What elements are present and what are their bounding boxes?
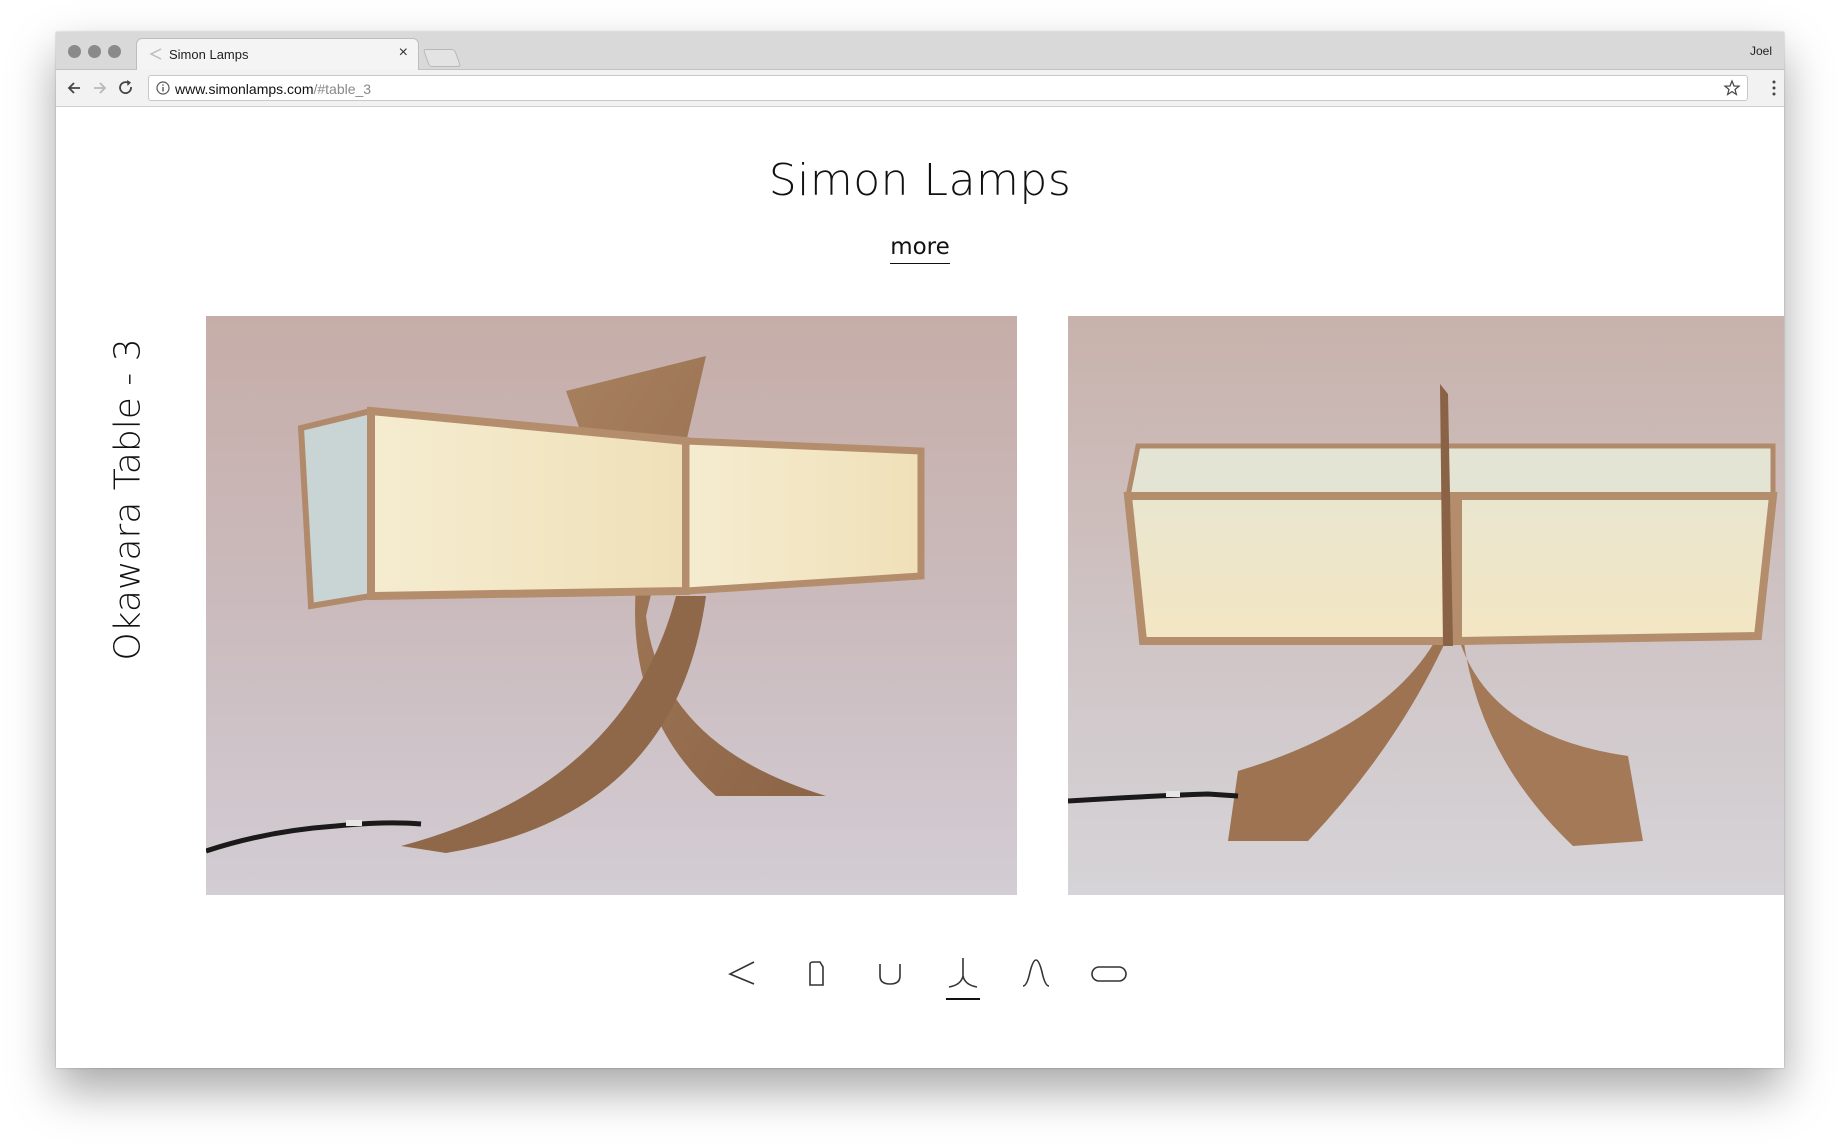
lamp-label: Okawara Table - 3 <box>107 338 149 661</box>
more-link[interactable]: more <box>890 234 950 264</box>
tab-title: Simon Lamps <box>169 47 249 62</box>
more-link-wrapper: more <box>56 234 1784 264</box>
back-arrow-icon[interactable] <box>64 78 84 98</box>
address-bar[interactable]: www.simonlamps.com/#table_3 <box>148 75 1748 101</box>
new-tab-button[interactable] <box>422 49 462 67</box>
tab-simon-lamps[interactable]: Simon Lamps × <box>136 38 419 70</box>
shape-pill-icon[interactable] <box>1088 952 1130 996</box>
more-menu-icon[interactable] <box>1772 80 1776 96</box>
url-text[interactable]: www.simonlamps.com/#table_3 <box>175 81 371 97</box>
forward-arrow-icon[interactable] <box>90 78 110 98</box>
reload-icon[interactable] <box>116 78 136 98</box>
url-path: /#table_3 <box>313 81 372 97</box>
lamp-photo-2[interactable] <box>1068 316 1784 895</box>
info-icon[interactable] <box>156 81 170 95</box>
minimize-window-button[interactable] <box>88 45 101 58</box>
site-title: Simon Lamps <box>768 155 1072 206</box>
browser-window: Simon Lamps × Joel www.simonlamps.com/#t… <box>56 32 1784 1068</box>
favicon-icon <box>149 48 162 60</box>
lamp-photo-1[interactable] <box>206 316 1017 895</box>
lamp-shape-nav <box>56 952 1784 1008</box>
title-bar: Simon Lamps × Joel <box>56 32 1784 70</box>
close-window-button[interactable] <box>68 45 81 58</box>
bookmark-star-icon[interactable] <box>1723 79 1741 97</box>
shape-cup-icon[interactable] <box>869 952 911 996</box>
shape-tall-box-icon[interactable] <box>796 952 838 996</box>
shape-arch-icon[interactable] <box>1015 952 1057 996</box>
shape-angle-icon[interactable] <box>722 952 764 996</box>
zoom-window-button[interactable] <box>108 45 121 58</box>
url-host: www.simonlamps.com <box>175 81 314 97</box>
page-content: Simon Lamps more Okawara Table - 3 <box>56 107 1784 1068</box>
tab-close-icon[interactable]: × <box>399 45 408 61</box>
profile-name[interactable]: Joel <box>1750 44 1772 58</box>
browser-toolbar: www.simonlamps.com/#table_3 <box>56 70 1784 107</box>
shape-table-icon[interactable] <box>942 952 984 1000</box>
